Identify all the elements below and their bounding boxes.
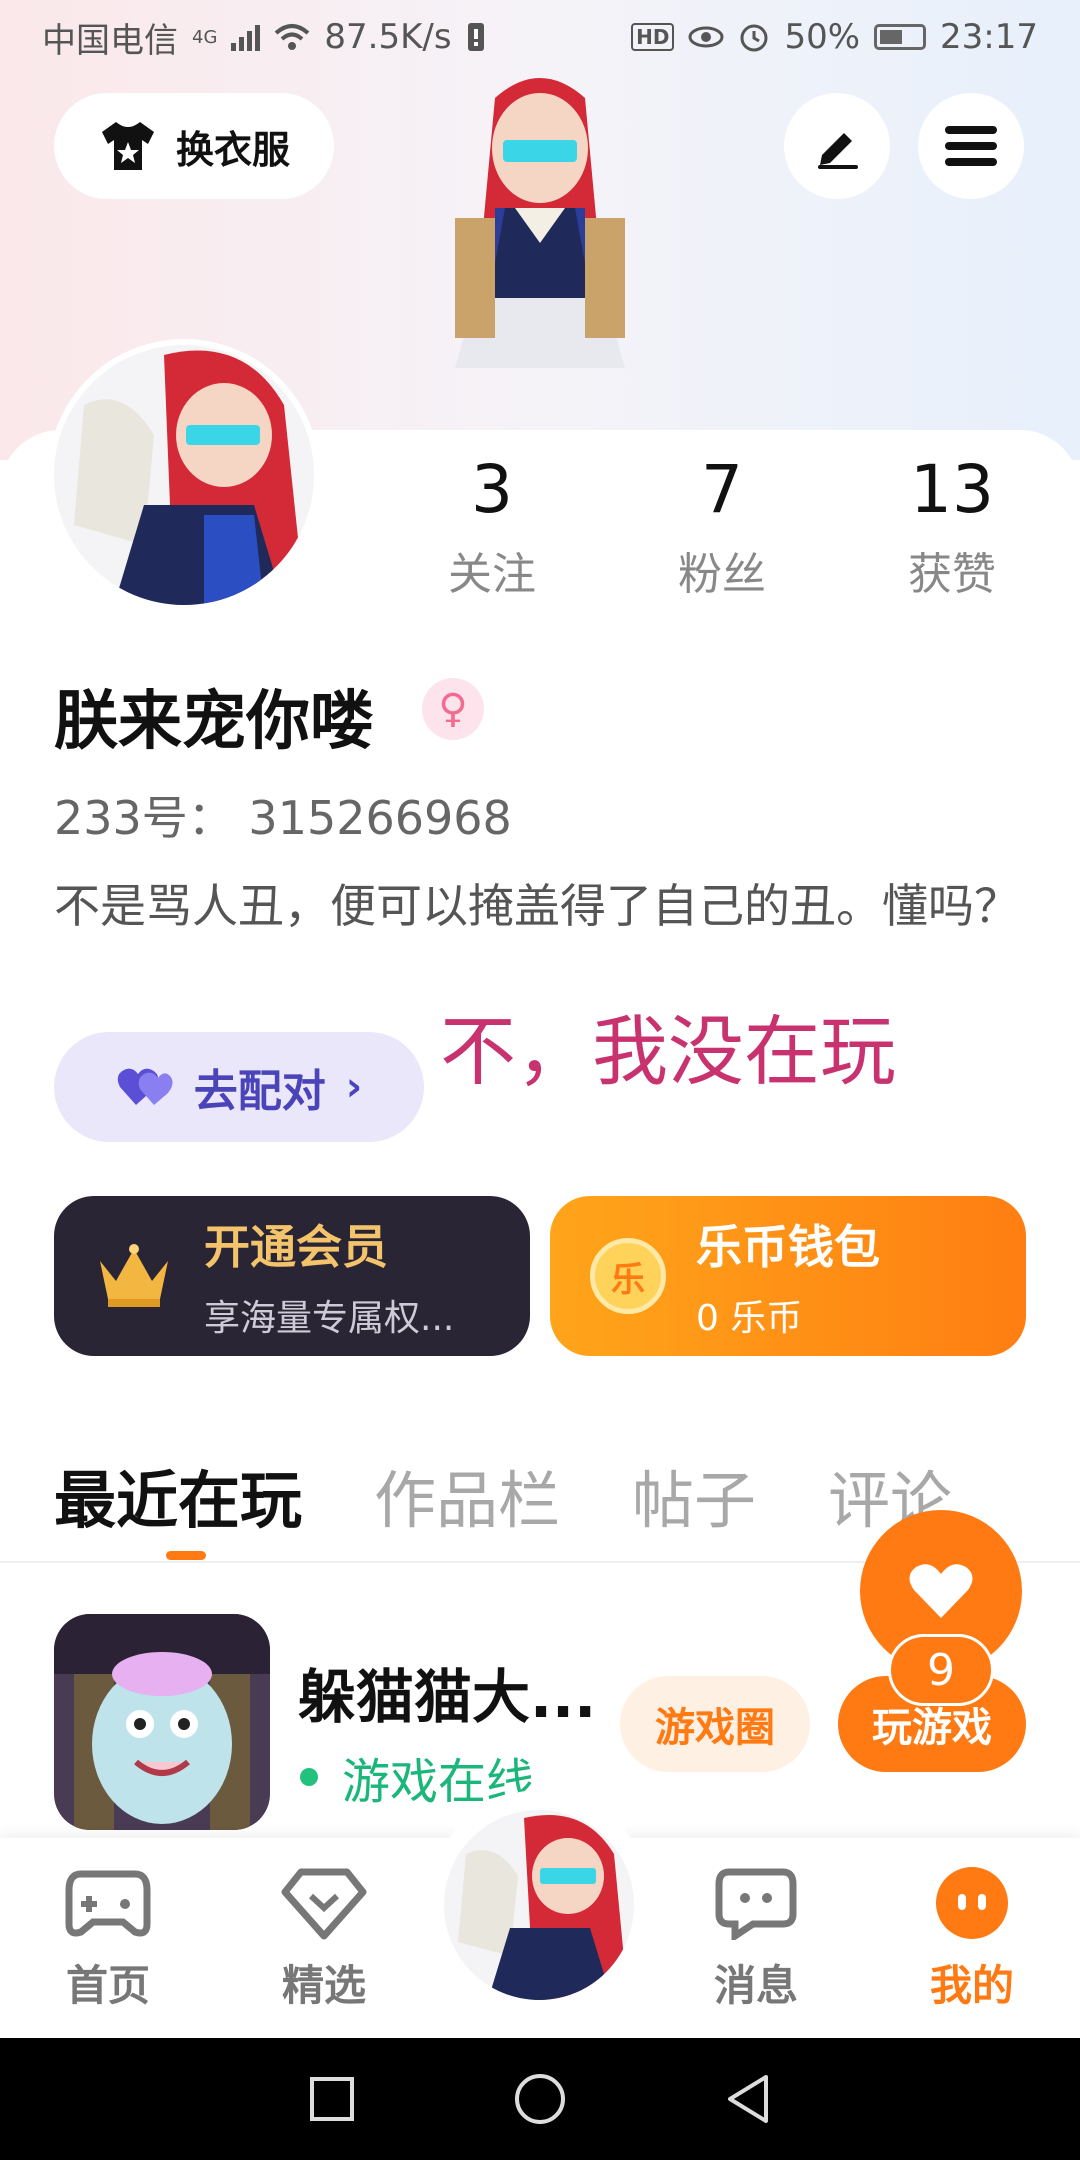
avatar-image [54, 345, 314, 605]
vip-subtitle: 享海量专属权... [204, 1298, 455, 1339]
coin-icon: 乐 [590, 1238, 666, 1314]
nav-me-label: 我的 [929, 1961, 1014, 2010]
nickname: 朕来宠你喽 [54, 685, 374, 759]
network-speed: 87.5K/s [324, 17, 452, 57]
online-dot-icon [300, 1768, 318, 1786]
home-icon[interactable] [513, 2072, 567, 2126]
nav-me[interactable]: 我的 [892, 1866, 1052, 2013]
user-id[interactable]: 233号： 315266968 [54, 782, 512, 848]
following-label: 关注 [448, 549, 536, 600]
recent-apps-icon[interactable] [308, 2075, 356, 2123]
game-icon[interactable] [54, 1614, 270, 1830]
heart-icon [909, 1564, 973, 1618]
status-bar: 中国电信 4G 87.5K/s HD 50% 23:17 [0, 0, 1080, 74]
nav-featured-label: 精选 [281, 1961, 366, 2010]
menu-button[interactable] [918, 93, 1024, 199]
pair-label: 去配对 [193, 1066, 326, 1117]
gamepad-icon [65, 1870, 151, 1937]
likes-count: 13 [910, 451, 994, 528]
fans-stat[interactable]: 7 粉丝 [632, 450, 812, 602]
following-count: 3 [471, 451, 513, 528]
tab-recently-played[interactable]: 最近在玩 [54, 1450, 302, 1540]
eye-icon [688, 26, 724, 48]
game-circle-button[interactable]: 游戏圈 [620, 1676, 810, 1772]
alarm-icon [740, 24, 768, 52]
active-tab-indicator [166, 1551, 206, 1560]
nav-avatar-image [444, 1810, 634, 2000]
tab-works[interactable]: 作品栏 [374, 1450, 560, 1540]
pencil-icon [818, 133, 858, 169]
double-heart-icon [117, 1068, 173, 1105]
notification-icon [467, 23, 484, 51]
profile-avatar[interactable] [54, 345, 314, 605]
vip-membership-card[interactable]: 开通会员 享海量专属权... [54, 1196, 530, 1356]
avatar-character-image[interactable] [395, 68, 685, 428]
following-stat[interactable]: 3 关注 [402, 450, 582, 602]
wallet-balance: 0 乐币 [696, 1298, 803, 1339]
nav-messages[interactable]: 消息 [676, 1866, 836, 2013]
chevron-right-icon: › [345, 1064, 363, 1110]
game-title: 躲猫猫大... [298, 1663, 597, 1731]
hd-icon: HD [631, 23, 675, 51]
like-count-badge: 9 [888, 1634, 994, 1706]
nav-home[interactable]: 首页 [28, 1866, 188, 2013]
nav-avatar-button[interactable] [444, 1810, 634, 2000]
signal-icon [231, 23, 261, 51]
change-outfit-label: 换衣服 [175, 127, 290, 172]
back-icon[interactable] [724, 2073, 772, 2125]
tab-posts[interactable]: 帖子 [632, 1450, 756, 1540]
wifi-icon [275, 24, 310, 50]
change-outfit-button[interactable]: 换衣服 [54, 93, 334, 199]
nav-messages-label: 消息 [713, 1961, 798, 2010]
system-navigation-bar [0, 2038, 1080, 2160]
nav-featured[interactable]: 精选 [244, 1866, 404, 2013]
face-icon [936, 1867, 1008, 1939]
nav-home-label: 首页 [65, 1961, 150, 2010]
menu-icon [945, 126, 997, 166]
likes-stat[interactable]: 13 获赞 [862, 450, 1042, 602]
pair-button[interactable]: 去配对 › [54, 1032, 424, 1142]
edit-profile-button[interactable] [784, 93, 890, 199]
crown-icon [100, 1244, 168, 1307]
fans-label: 粉丝 [678, 549, 766, 600]
clock: 23:17 [940, 17, 1038, 57]
fans-count: 7 [701, 451, 743, 528]
wallet-card[interactable]: 乐 乐币钱包 0 乐币 [550, 1196, 1026, 1356]
chat-icon [715, 1868, 797, 1943]
vip-title: 开通会员 [204, 1220, 388, 1274]
overlay-caption: 不，我没在玩 [440, 1007, 896, 1096]
battery-percent: 50% [784, 17, 861, 57]
shirt-icon [101, 122, 154, 170]
heart-gem-icon [281, 1868, 367, 1940]
gender-symbol: ♀ [438, 686, 468, 732]
coin-symbol: 乐 [611, 1259, 645, 1300]
likes-label: 获赞 [908, 549, 996, 600]
battery-icon [874, 24, 927, 50]
female-icon: ♀ [422, 678, 484, 740]
carrier: 中国电信 [42, 20, 178, 61]
network-type: 4G [192, 26, 218, 48]
wallet-title: 乐币钱包 [696, 1220, 880, 1274]
bio: 不是骂人丑，便可以掩盖得了自己的丑。懂吗？ [54, 879, 1020, 933]
profile-tabs: 最近在玩 作品栏 帖子 评论 [54, 1450, 1024, 1540]
